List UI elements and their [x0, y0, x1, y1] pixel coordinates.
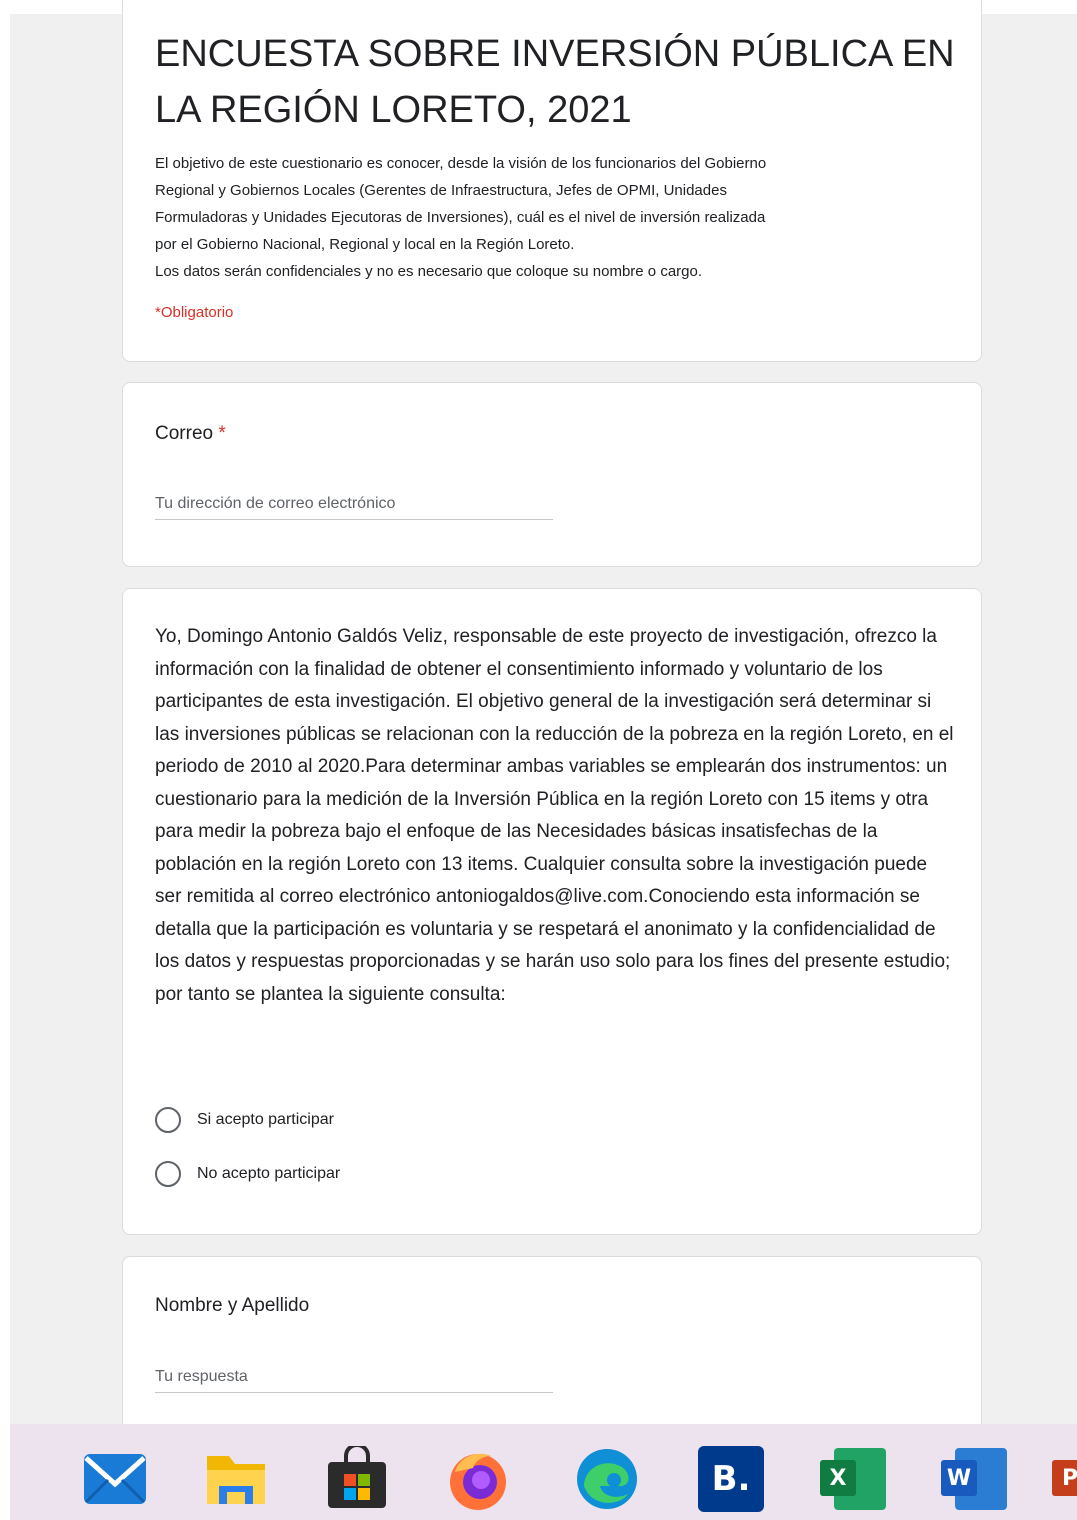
form-title: ENCUESTA SOBRE INVERSIÓN PÚBLICA EN LA R…	[155, 33, 955, 131]
radio-option-decline[interactable]: No acepto participar	[155, 1161, 340, 1187]
radio-option-accept[interactable]: Si acepto participar	[155, 1107, 334, 1133]
email-input[interactable]	[155, 488, 553, 520]
email-label-text: Correo	[155, 423, 214, 444]
excel-icon-letter: X	[829, 1465, 847, 1491]
email-question-label: Correo *	[155, 423, 226, 445]
excel-icon[interactable]: X	[820, 1446, 886, 1512]
store-icon[interactable]	[324, 1446, 390, 1512]
radio-option-label: Si acepto participar	[197, 1111, 334, 1128]
description-line: Los datos serán confidenciales y no es n…	[155, 263, 703, 280]
booking-icon-letter: B.	[711, 1459, 751, 1499]
required-asterisk: *	[218, 423, 226, 444]
powerpoint-icon-letter: P	[1061, 1465, 1077, 1491]
form-description: El objetivo de este cuestionario es cono…	[155, 150, 955, 285]
name-question-card: Nombre y Apellido	[122, 1256, 982, 1446]
name-input[interactable]	[155, 1361, 553, 1393]
name-question-label: Nombre y Apellido	[155, 1295, 310, 1316]
description-line: Regional y Gobiernos Locales (Gerentes d…	[155, 182, 727, 199]
file-explorer-icon[interactable]	[203, 1446, 269, 1512]
booking-icon[interactable]: B.	[698, 1446, 764, 1512]
form-header-card: ENCUESTA SOBRE INVERSIÓN PÚBLICA EN LA R…	[122, 0, 982, 362]
radio-button[interactable]	[155, 1107, 181, 1133]
powerpoint-letter-box: P	[1052, 1460, 1077, 1496]
firefox-icon[interactable]	[445, 1446, 511, 1512]
mail-icon[interactable]	[82, 1446, 148, 1512]
required-note: *Obligatorio	[155, 304, 234, 321]
consent-question-card: Yo, Domingo Antonio Galdós Veliz, respon…	[122, 588, 982, 1235]
edge-icon[interactable]	[574, 1446, 640, 1512]
consent-text: Yo, Domingo Antonio Galdós Veliz, respon…	[155, 626, 954, 1005]
description-line: El objetivo de este cuestionario es cono…	[155, 155, 767, 172]
powerpoint-icon[interactable]: P	[1052, 1446, 1077, 1512]
word-icon[interactable]: W	[941, 1446, 1007, 1512]
radio-button[interactable]	[155, 1161, 181, 1187]
word-letter-box: W	[941, 1460, 977, 1496]
word-icon-letter: W	[946, 1465, 972, 1491]
radio-option-label: No acepto participar	[197, 1165, 341, 1182]
description-line: por el Gobierno Nacional, Regional y loc…	[155, 236, 575, 253]
description-line: Formuladoras y Unidades Ejecutoras de In…	[155, 209, 766, 226]
email-question-card: Correo *	[122, 382, 982, 567]
excel-letter-box: X	[820, 1460, 856, 1496]
taskbar: B. X W P	[10, 1424, 1077, 1520]
